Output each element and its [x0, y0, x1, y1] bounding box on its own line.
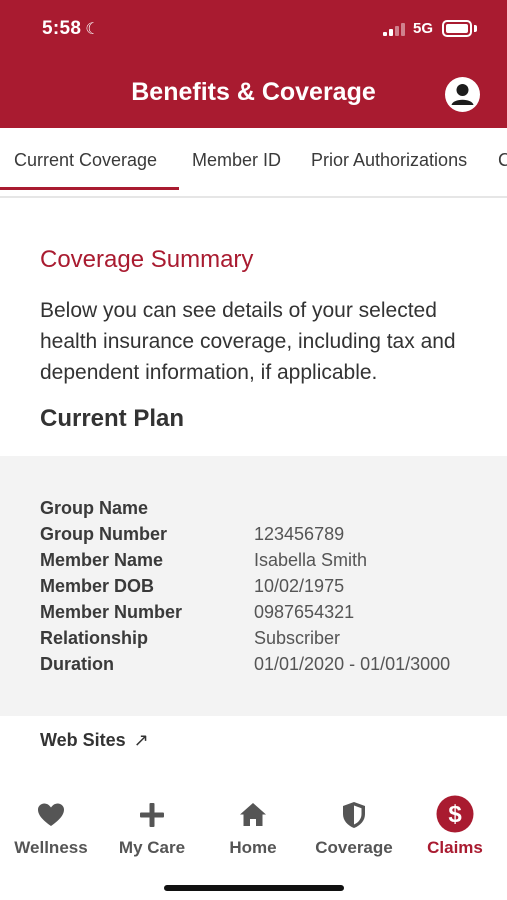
current-plan-heading: Current Plan: [40, 405, 185, 432]
account-icon[interactable]: [445, 77, 480, 112]
shield-icon: [343, 802, 365, 828]
detail-value: 10/02/1975: [254, 576, 345, 596]
coverage-summary-section: Coverage Summary Below you can see detai…: [0, 200, 507, 456]
heart-icon: [38, 803, 64, 826]
active-tab-indicator: [0, 187, 179, 190]
tab-member-id[interactable]: Member ID: [192, 150, 281, 171]
battery-icon: [442, 20, 472, 37]
coverage-summary-description: Below you can see details of your select…: [40, 299, 456, 384]
page-title: Benefits & Coverage: [131, 78, 376, 106]
detail-row-member-number: Member Number 0987654321: [40, 602, 480, 628]
status-time: 5:58 ☾: [42, 18, 100, 39]
coverage-summary-heading: Coverage Summary: [40, 246, 254, 273]
tab-current-coverage[interactable]: Current Coverage: [14, 150, 157, 171]
battery-nub: [474, 25, 477, 32]
signal-icon: [383, 22, 407, 36]
app-header: 5:58 ☾ 5G Benefits & Coverage: [0, 0, 507, 128]
detail-label: Member DOB: [40, 576, 155, 596]
detail-value: 123456789: [254, 524, 345, 544]
detail-label: Member Number: [40, 602, 183, 622]
detail-label: Member Name: [40, 550, 164, 570]
external-link-icon: ↗: [133, 730, 149, 750]
moon-icon: ☾: [85, 21, 100, 38]
home-icon: [240, 803, 266, 826]
tab-overflow[interactable]: C: [498, 150, 507, 171]
detail-label: Group Number: [40, 524, 168, 544]
detail-label: Group Name: [40, 498, 149, 518]
detail-value: Isabella Smith: [254, 550, 368, 570]
plus-icon: [140, 803, 164, 827]
detail-row-group-name: Group Name: [40, 498, 480, 524]
web-sites-link[interactable]: Web Sites ↗: [40, 730, 149, 751]
detail-row-relationship: Relationship Subscriber: [40, 628, 480, 654]
detail-row-duration: Duration 01/01/2020 - 01/01/3000: [40, 654, 480, 680]
network-label: 5G: [413, 20, 434, 37]
home-indicator: [164, 885, 344, 891]
detail-row-member-name: Member Name Isabella Smith: [40, 550, 480, 576]
tab-prior-authorizations[interactable]: Prior Authorizations: [311, 150, 467, 171]
detail-label: Duration: [40, 654, 114, 674]
bottom-tab-bar: Wellness My Care Home Coverage $ Claims: [0, 785, 507, 900]
coverage-tabs: Current Coverage Member ID Prior Authori…: [0, 128, 507, 198]
detail-value: Subscriber: [254, 628, 341, 648]
detail-label: Relationship: [40, 628, 149, 648]
detail-row-member-dob: Member DOB 10/02/1975: [40, 576, 480, 602]
detail-row-group-number: Group Number 123456789: [40, 524, 480, 550]
svg-text:$: $: [448, 801, 462, 828]
detail-value: 0987654321: [254, 602, 355, 622]
dollar-icon: $: [436, 795, 474, 833]
plan-details-panel: Group Name Group Number 123456789 Member…: [0, 456, 507, 716]
detail-value: 01/01/2020 - 01/01/3000: [254, 654, 451, 674]
